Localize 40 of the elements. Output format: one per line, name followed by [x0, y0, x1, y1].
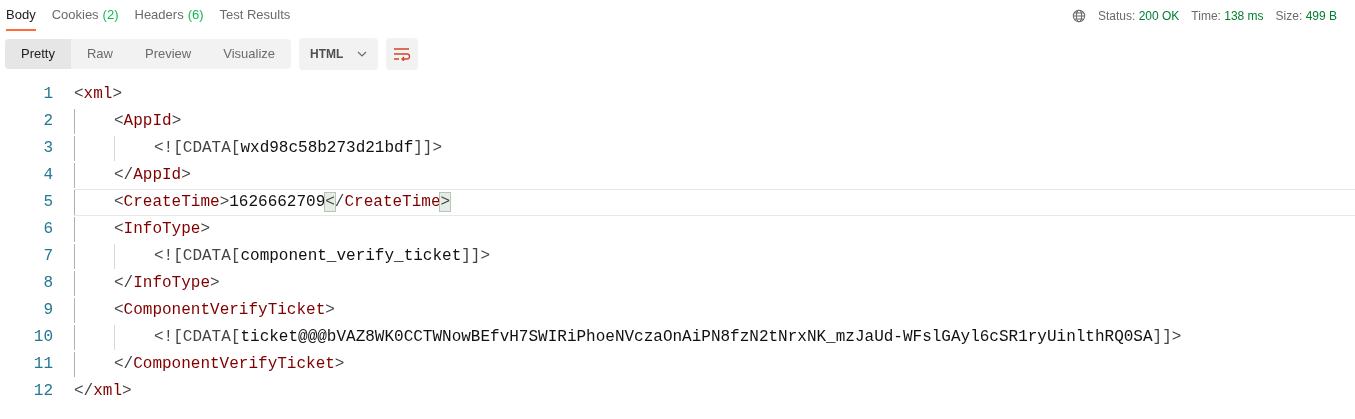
- code-line: <xml>: [74, 84, 123, 105]
- line-number: 1: [42, 84, 54, 105]
- view-mode-tab[interactable]: Visualize: [207, 39, 292, 69]
- status-item: Size: 499 B: [1275, 7, 1337, 25]
- view-mode-tab[interactable]: Raw: [70, 39, 129, 69]
- line-number: 5: [42, 192, 54, 213]
- code-line: <AppId>: [114, 111, 182, 132]
- code-line: <![CDATA[ticket@@@bVAZ8WK0CCTWNowBEfvH7SWIRiPhoeNVczaOnAiPN8fzN2tNrxNK_mzJaUd-WFslGAyl6cSR1ryUinlthRQ0SA]]>: [154, 327, 1182, 348]
- line-number: 6: [42, 219, 54, 240]
- view-mode-tab[interactable]: Pretty: [5, 39, 71, 69]
- code-line: <InfoType>: [114, 219, 211, 240]
- view-mode-tab[interactable]: Preview: [129, 39, 208, 69]
- line-number: 10: [32, 327, 54, 348]
- code-line: </AppId>: [114, 165, 191, 186]
- line-number: 8: [42, 273, 54, 294]
- code-line: </xml>: [74, 381, 132, 402]
- status-item: Status: 200 OK: [1097, 7, 1180, 25]
- line-number: 3: [42, 138, 54, 159]
- response-tab[interactable]: Cookies (2): [51, 0, 119, 31]
- line-number: 9: [42, 300, 54, 321]
- response-tab[interactable]: Body: [6, 0, 36, 31]
- code-line: </InfoType>: [114, 273, 220, 294]
- format-dropdown[interactable]: HTML: [299, 38, 379, 70]
- line-number: 2: [42, 111, 54, 132]
- wrap-lines-button[interactable]: [386, 38, 419, 70]
- code-line: <ComponentVerifyTicket>: [114, 300, 335, 321]
- line-number: 4: [42, 165, 54, 186]
- chevron-down-icon: [357, 51, 368, 57]
- wrap-lines-icon: [393, 47, 412, 61]
- code-line: </ComponentVerifyTicket>: [114, 354, 345, 375]
- response-tab[interactable]: Headers (6): [134, 0, 204, 31]
- response-tab[interactable]: Test Results: [219, 0, 291, 31]
- line-number: 11: [32, 354, 54, 375]
- code-line: <CreateTime>1626662709</CreateTime>: [114, 192, 451, 213]
- globe-icon[interactable]: [1071, 8, 1086, 23]
- status-item: Time: 138 ms: [1191, 7, 1264, 25]
- line-number: 7: [42, 246, 54, 267]
- code-line: <![CDATA[wxd98c58b273d21bdf]]>: [154, 138, 443, 159]
- line-number: 12: [32, 381, 54, 402]
- code-line: <![CDATA[component_verify_ticket]]>: [154, 246, 491, 267]
